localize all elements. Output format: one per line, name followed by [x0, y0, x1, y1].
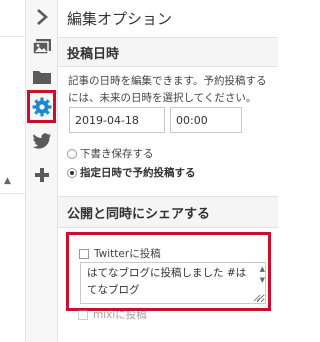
image-gallery-button[interactable] — [26, 32, 58, 62]
panel-title: 編集オプション — [67, 10, 173, 28]
date-input[interactable] — [69, 107, 165, 133]
scroll-down-icon[interactable]: ▼ — [260, 276, 265, 284]
datetime-description: 記事の日時を編集できます。予約投稿するには、未来の日時を選択してください。 — [68, 75, 267, 104]
plus-icon — [35, 168, 49, 182]
section-heading-share: 公開と同時にシェアする — [58, 196, 278, 228]
radio-save-draft[interactable]: 下書き保存する — [67, 146, 154, 161]
folder-icon — [33, 71, 51, 84]
collapse-panel-button[interactable] — [26, 2, 58, 32]
radio-button[interactable] — [67, 148, 77, 159]
twitter-message-textarea[interactable]: はてなブログに投稿しました #はてなブログ — [80, 262, 266, 304]
resize-grip-icon[interactable] — [253, 294, 261, 302]
twitter-share-box: Twitterに投稿 はてなブログに投稿しました #はてなブログ ▲ ▼ — [66, 232, 271, 311]
time-input[interactable] — [170, 107, 242, 133]
tool-sidebar — [26, 0, 58, 342]
folder-button[interactable] — [26, 62, 58, 92]
checkbox-label: mixiに投稿 — [93, 309, 147, 321]
radio-label: 下書き保存する — [80, 148, 154, 160]
twitter-icon — [32, 133, 51, 149]
divider — [0, 193, 26, 194]
editor-edge: ▲ — [0, 0, 26, 342]
section-heading-post-datetime: 投稿日時 — [58, 37, 278, 67]
checkbox-label: Twitterに投稿 — [94, 248, 161, 260]
scroll-up-icon[interactable]: ▲ — [260, 265, 265, 273]
divider — [0, 36, 26, 37]
add-button[interactable] — [26, 160, 58, 190]
checkbox[interactable] — [79, 248, 89, 259]
image-gallery-icon — [32, 39, 51, 55]
gear-icon — [32, 97, 51, 116]
scroll-up-arrow-icon[interactable]: ▲ — [4, 176, 11, 186]
radio-button[interactable] — [67, 167, 77, 178]
mixi-post-checkbox-row[interactable]: mixiに投稿 — [78, 307, 147, 322]
checkbox[interactable] — [78, 309, 88, 320]
radio-label: 指定日時で予約投稿する — [80, 167, 196, 179]
settings-button[interactable] — [27, 90, 56, 123]
chevron-right-icon — [37, 9, 48, 25]
twitter-button[interactable] — [26, 126, 58, 156]
radio-scheduled-post[interactable]: 指定日時で予約投稿する — [67, 165, 196, 180]
twitter-post-checkbox-row[interactable]: Twitterに投稿 — [79, 246, 161, 261]
